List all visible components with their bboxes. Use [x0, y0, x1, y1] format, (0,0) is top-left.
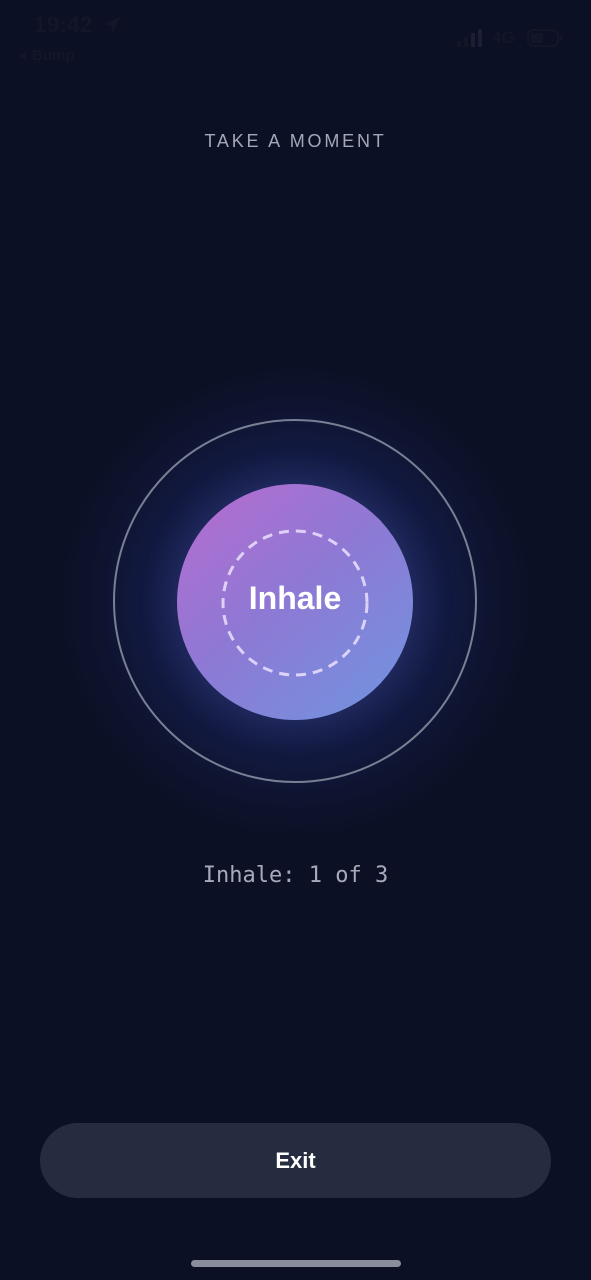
network-type: 4G	[492, 28, 515, 47]
breathing-phase-label: Inhale	[248, 580, 342, 616]
exit-button[interactable]: Exit	[40, 1123, 551, 1198]
breath-counter: Inhale: 1 of 3	[202, 863, 389, 888]
page-title: TAKE A MOMENT	[204, 131, 387, 151]
location-arrow-icon	[104, 17, 120, 33]
status-bar: 19:42 Bump 4G	[0, 0, 591, 70]
status-time: 19:42	[34, 12, 93, 37]
back-app-label: Bump	[32, 47, 75, 64]
back-to-app-link[interactable]: Bump	[19, 47, 75, 64]
signal-bars-icon	[457, 29, 482, 47]
home-indicator[interactable]	[191, 1260, 401, 1267]
back-triangle-icon	[19, 50, 26, 61]
battery-icon	[527, 29, 562, 47]
